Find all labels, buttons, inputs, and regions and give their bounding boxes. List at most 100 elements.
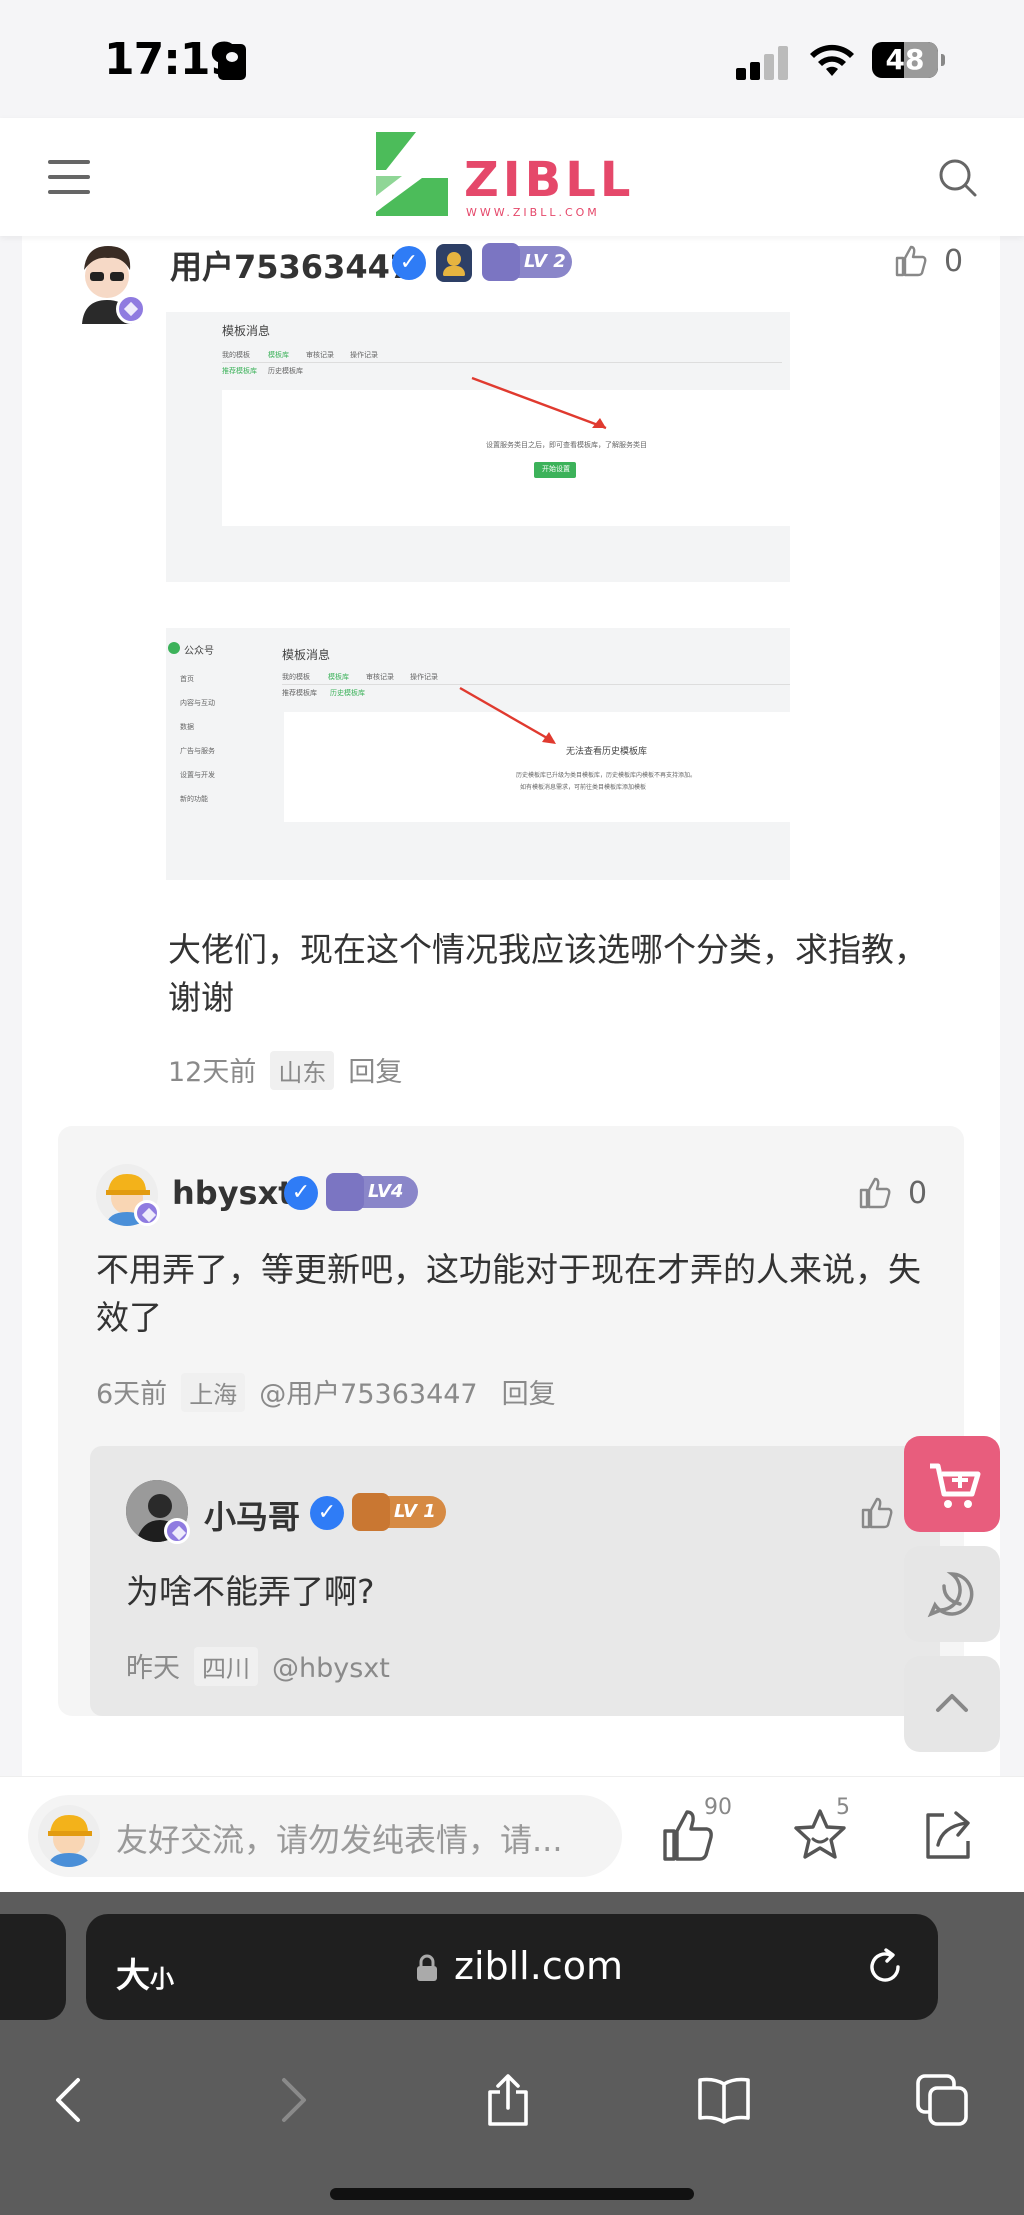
- image-sidebar-item: 新的功能: [180, 795, 208, 803]
- comment-input[interactable]: 友好交流，请勿发纯表情，请...: [28, 1795, 622, 1877]
- image-message: 无法查看历史模板库: [566, 747, 648, 757]
- share-icon[interactable]: [480, 2072, 536, 2128]
- search-icon[interactable]: [938, 158, 978, 198]
- cellular-signal-icon: [736, 44, 792, 80]
- image-tab: 我的模板: [222, 351, 250, 359]
- level-badge: LV 1: [352, 1493, 446, 1531]
- status-bar: 17:19 48: [0, 0, 1024, 118]
- image-sidebar-item: 数据: [180, 723, 194, 731]
- level-badge: LV 2: [482, 243, 572, 281]
- verified-icon: ✓: [310, 1496, 344, 1530]
- image-subtab: 历史模板库: [330, 689, 365, 697]
- reply-link[interactable]: 回复: [502, 1379, 556, 1410]
- comment-time: 昨天: [126, 1653, 180, 1684]
- menu-icon[interactable]: [48, 158, 90, 196]
- comment-text: 不用弄了，等更新吧，这功能对于现在才弄的人来说，失效了: [96, 1250, 921, 1337]
- image-sidebar-item: 首页: [180, 675, 194, 683]
- comment-meta: 12天前 山东 回复: [168, 1050, 402, 1090]
- image-button: 开始设置: [542, 465, 570, 473]
- site-header: ZIBLL WWW.ZIBLL.COM: [0, 118, 1024, 236]
- cart-plus-icon: [930, 1463, 981, 1508]
- comment-text: 为啥不能弄了啊?: [126, 1572, 375, 1611]
- text-size-button[interactable]: 大小: [116, 1948, 174, 1997]
- verified-icon: ✓: [284, 1176, 318, 1210]
- vip-badge-icon: [116, 294, 146, 324]
- browser-chrome: 大小 zibll.com: [0, 1892, 1024, 2215]
- reply-link[interactable]: 回复: [348, 1057, 402, 1088]
- comment-text: 大佬们，现在这个情况我应该选哪个分类，求指教，谢谢: [168, 930, 927, 1017]
- comment-meta: 昨天 四川 @hbysxt: [126, 1646, 390, 1686]
- add-to-cart-button[interactable]: [904, 1436, 1000, 1532]
- image-subtab: 推荐模板库: [282, 689, 317, 697]
- image-title: 模板消息: [282, 648, 331, 662]
- like-icon[interactable]: [860, 1496, 894, 1530]
- red-arrow-icon: [471, 376, 607, 430]
- chat-button[interactable]: [904, 1546, 1000, 1642]
- image-message: 设置服务类目之后，即可查看模板库，了解服务类目: [486, 441, 647, 449]
- image-message-detail: 如有模板消息需求，可前往类目模板库添加模板: [520, 784, 647, 791]
- battery-icon: 48: [872, 42, 945, 78]
- comment-time: 12天前: [168, 1057, 257, 1088]
- red-arrow-icon: [459, 686, 556, 744]
- like-count: 0: [908, 1176, 928, 1211]
- image-sidebar-item: 广告与服务: [180, 747, 215, 755]
- forward-icon[interactable]: [264, 2072, 320, 2128]
- level-gem-icon: [326, 1173, 364, 1211]
- image-tab: 审核记录: [366, 673, 394, 681]
- image-title: 模板消息: [222, 324, 271, 338]
- wifi-icon: [810, 44, 854, 76]
- battery-level: 48: [885, 43, 925, 76]
- previous-tab[interactable]: [0, 1914, 66, 2020]
- text-size-small: 小: [150, 1965, 174, 1993]
- image-tab: 我的模板: [282, 673, 310, 681]
- level-gem-icon: [352, 1493, 390, 1531]
- author-badge-icon: [436, 244, 472, 282]
- tabs-icon[interactable]: [914, 2072, 970, 2128]
- url-text: zibll.com: [454, 1944, 623, 1988]
- mention-link[interactable]: @用户75363447: [259, 1379, 477, 1410]
- site-logo[interactable]: ZIBLL WWW.ZIBLL.COM: [372, 130, 652, 224]
- level-label: LV4: [368, 1181, 404, 1202]
- image-subtab: 历史模板库: [268, 367, 303, 375]
- favorite-total: 5: [836, 1795, 850, 1820]
- image-tab: 操作记录: [410, 673, 438, 681]
- image-subtab: 推荐模板库: [222, 367, 257, 375]
- region-tag: 上海: [181, 1373, 246, 1412]
- share-icon[interactable]: [920, 1807, 976, 1863]
- lock-icon: [417, 1954, 437, 1981]
- region-tag: 山东: [270, 1051, 335, 1090]
- mention-link[interactable]: @hbysxt: [272, 1653, 390, 1684]
- region-tag: 四川: [194, 1647, 258, 1686]
- like-total: 90: [704, 1795, 732, 1820]
- like-icon[interactable]: [894, 244, 928, 278]
- back-icon[interactable]: [42, 2072, 98, 2128]
- logo-mark-icon: [376, 132, 448, 216]
- attached-image[interactable]: 公众号 首页 内容与互动 数据 广告与服务 设置与开发 新的功能 模板消息 我的…: [166, 628, 790, 880]
- text-size-large: 大: [116, 1956, 150, 1996]
- comment-username[interactable]: 用户75363447: [170, 242, 412, 288]
- back-to-top-button[interactable]: [904, 1656, 1000, 1752]
- verified-icon: ✓: [392, 246, 426, 280]
- comment-username[interactable]: 小马哥: [204, 1492, 300, 1538]
- vip-badge-icon: [164, 1518, 190, 1544]
- contact-card-icon: [218, 44, 246, 80]
- level-label: LV 1: [394, 1501, 436, 1522]
- like-count: 0: [944, 244, 964, 279]
- attached-image[interactable]: 模板消息 我的模板 模板库 审核记录 操作记录 推荐模板库 历史模板库 设置服务…: [166, 312, 790, 582]
- image-tab: 模板库: [328, 673, 349, 681]
- image-message-detail: 历史模板库已升级为类目模板库，历史模板库内模板不再支持添加。: [516, 772, 697, 779]
- comment-username[interactable]: hbysxt: [172, 1174, 294, 1212]
- level-badge: LV4: [326, 1173, 418, 1211]
- level-label: LV 2: [524, 251, 566, 272]
- image-tab: 审核记录: [306, 351, 334, 359]
- bookmarks-icon[interactable]: [696, 2072, 752, 2128]
- address-bar[interactable]: 大小 zibll.com: [86, 1914, 938, 2020]
- chat-icon: [927, 1572, 974, 1618]
- reload-icon[interactable]: [864, 1946, 906, 1988]
- like-icon[interactable]: [858, 1176, 892, 1210]
- logo-text: ZIBLL: [464, 152, 635, 208]
- user-avatar: [38, 1805, 100, 1867]
- image-brand: 公众号: [184, 646, 214, 657]
- comment-meta: 6天前 上海 @用户75363447 回复: [96, 1372, 556, 1412]
- image-sidebar-item: 设置与开发: [180, 771, 215, 779]
